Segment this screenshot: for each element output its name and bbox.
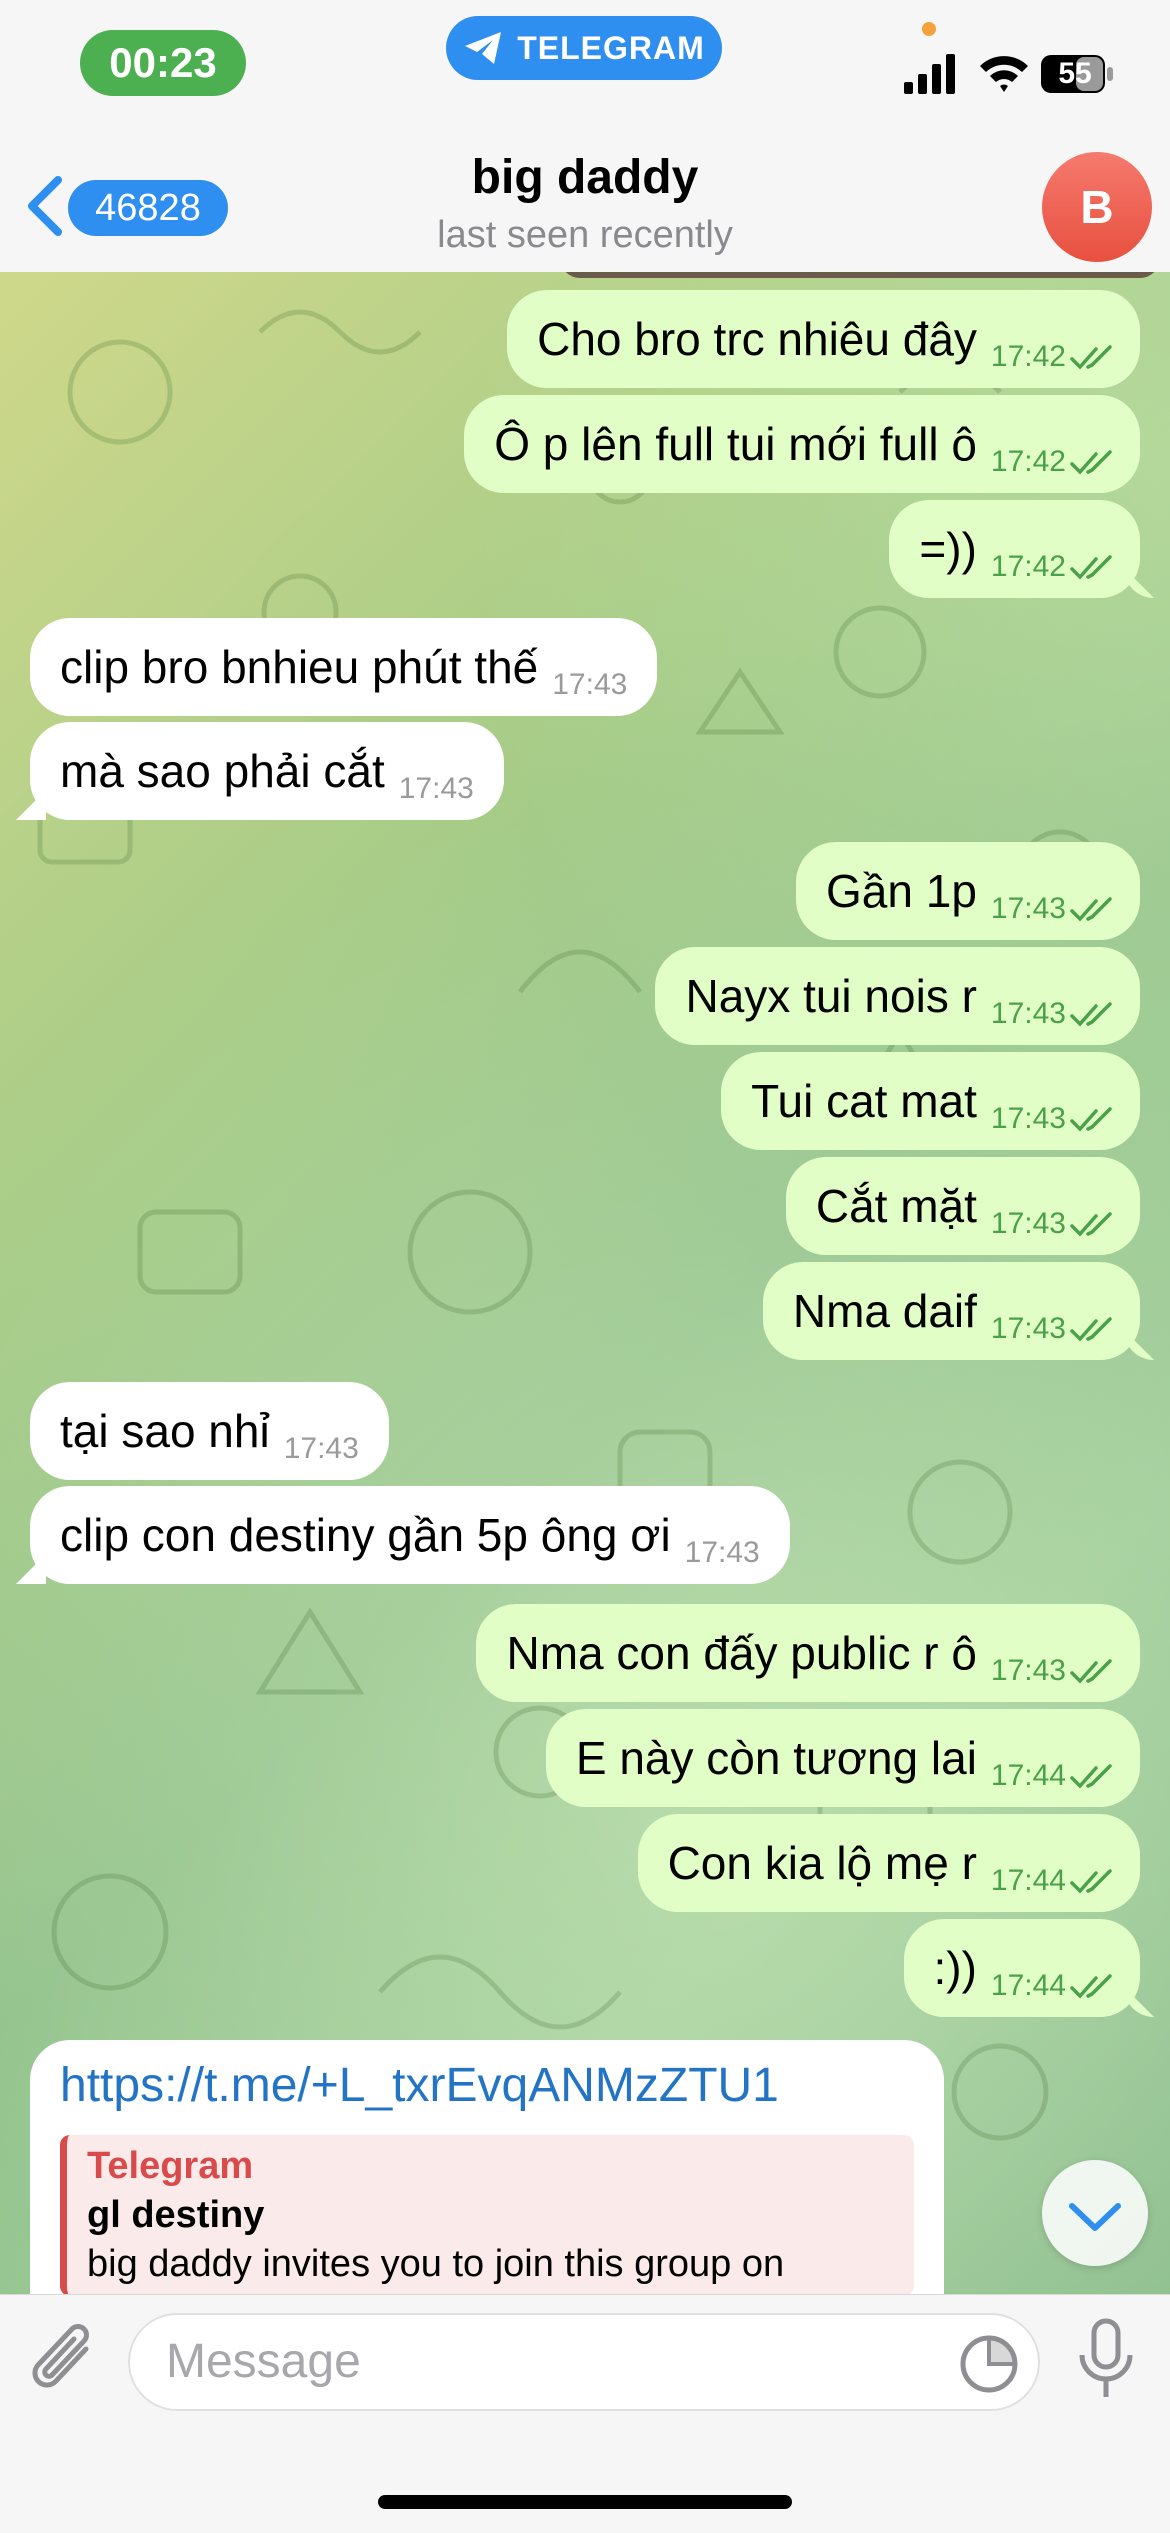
battery-icon: 55 (1040, 54, 1114, 94)
message-outgoing[interactable]: Nma con đấy public r ô 17:43 (476, 1604, 1140, 1702)
message-time: 17:43 (990, 1312, 1066, 1345)
message-outgoing[interactable]: =)) 17:42 (889, 500, 1140, 598)
message-text: Cắt mặt (815, 1180, 977, 1232)
message-text: Nma daif (792, 1285, 977, 1337)
message-text: Nayx tui nois r (685, 970, 977, 1022)
message-outgoing[interactable]: Ô p lên full tui mới full ô 17:42 (464, 395, 1140, 493)
message-time: 17:43 (990, 1207, 1066, 1240)
message-outgoing[interactable]: Nma daif 17:43 (762, 1262, 1140, 1360)
message-text: Tui cat mat (751, 1075, 977, 1127)
message-outgoing[interactable]: :)) 17:44 (903, 1919, 1140, 2017)
double-check-icon (1070, 555, 1112, 580)
double-check-icon (1070, 345, 1112, 370)
paperclip-icon[interactable] (28, 2319, 104, 2401)
message-text: Ô p lên full tui mới full ô (494, 418, 977, 470)
chat-header: 46828 big daddy last seen recently B (0, 130, 1170, 273)
chat-area[interactable]: Cho bro trc nhiêu đây 17:42 Ô p lên full … (0, 272, 1170, 2294)
link-preview-description: big daddy invites you to join this group… (87, 2243, 785, 2285)
message-text: Con kia lộ mẹ r (667, 1837, 977, 1889)
scroll-to-bottom-button[interactable] (1042, 2160, 1148, 2266)
message-time: 17:43 (990, 1102, 1066, 1135)
message-text: =)) (919, 523, 977, 575)
link-preview-site: Telegram (87, 2145, 254, 2187)
message-text: Cho bro trc nhiêu đây (537, 313, 977, 365)
message-input[interactable]: Message (128, 2313, 1040, 2411)
message-time: 17:43 (398, 772, 474, 805)
battery-percent: 55 (1058, 57, 1092, 90)
message-outgoing[interactable]: Cắt mặt 17:43 (785, 1157, 1140, 1255)
message-outgoing[interactable]: Gần 1p 17:43 (796, 842, 1140, 940)
message-time: 17:43 (684, 1536, 760, 1569)
message-time: 17:43 (552, 668, 628, 701)
message-time: 17:44 (990, 1759, 1066, 1792)
chevron-down-icon (1069, 2203, 1121, 2231)
double-check-icon (1070, 1317, 1112, 1342)
double-check-icon (1070, 897, 1112, 922)
message-text: clip con destiny gần 5p ông ơi (60, 1509, 671, 1561)
message-text: tại sao nhỉ (60, 1405, 270, 1457)
message-incoming[interactable]: mà sao phải cắt 17:43 (30, 722, 504, 820)
message-incoming[interactable]: tại sao nhỉ 17:43 (30, 1382, 389, 1480)
message-time: 17:44 (990, 1969, 1066, 2002)
link-preview[interactable]: Telegram gl destiny big daddy invites yo… (60, 2135, 914, 2294)
double-check-icon (1070, 1212, 1112, 1237)
message-time: 17:43 (990, 997, 1066, 1030)
message-input-bar: Message (0, 2294, 1170, 2533)
message-incoming[interactable]: clip bro bnhieu phút thế 17:43 (30, 618, 658, 716)
double-check-icon (1070, 1002, 1112, 1027)
message-time: 17:43 (283, 1432, 359, 1465)
microphone-icon[interactable] (1072, 2317, 1140, 2403)
message-time: 17:43 (990, 892, 1066, 925)
message-time: 17:43 (990, 1654, 1066, 1687)
message-time: 17:42 (990, 550, 1066, 583)
sticker-icon[interactable] (958, 2333, 1020, 2395)
telegram-pill-label: TELEGRAM (517, 29, 705, 66)
status-time[interactable]: 00:23 (80, 30, 246, 96)
message-text: E này còn tương lai (575, 1732, 977, 1784)
cellular-signal-icon (904, 54, 955, 94)
status-bar: 00:23 TELEGRAM 55 (0, 0, 1170, 130)
double-check-icon (1070, 450, 1112, 475)
message-link[interactable]: https://t.me/+L_txrEvqANMzZTU1 (60, 2058, 914, 2113)
double-check-icon (1070, 1869, 1112, 1894)
message-text: :)) (933, 1942, 977, 1994)
message-outgoing[interactable]: E này còn tương lai 17:44 (545, 1709, 1140, 1807)
telegram-pill[interactable]: TELEGRAM (446, 16, 722, 80)
message-time: 17:42 (990, 445, 1066, 478)
wifi-icon (980, 56, 1028, 92)
privacy-indicator-dot (922, 22, 936, 36)
home-indicator[interactable] (378, 2495, 792, 2509)
link-preview-title: gl destiny (87, 2194, 265, 2236)
message-text: Gần 1p (826, 865, 977, 917)
double-check-icon (1070, 1974, 1112, 1999)
double-check-icon (1070, 1107, 1112, 1132)
double-check-icon (1070, 1659, 1112, 1684)
message-time: 17:44 (990, 1864, 1066, 1897)
chat-title[interactable]: big daddy (0, 150, 1170, 205)
message-outgoing[interactable]: Con kia lộ mẹ r 17:44 (637, 1814, 1140, 1912)
message-text: Nma con đấy public r ô (506, 1627, 977, 1679)
avatar[interactable]: B (1042, 152, 1152, 262)
message-outgoing[interactable]: Tui cat mat 17:43 (721, 1052, 1140, 1150)
message-incoming[interactable]: clip con destiny gần 5p ông ơi 17:43 (30, 1486, 790, 1584)
chat-subtitle: last seen recently (437, 214, 733, 256)
message-time: 17:42 (990, 340, 1066, 373)
message-text: mà sao phải cắt (60, 745, 385, 797)
partial-media-edge (560, 272, 1160, 278)
message-incoming-link[interactable]: https://t.me/+L_txrEvqANMzZTU1 Telegram … (30, 2040, 944, 2294)
paper-plane-icon (465, 32, 502, 64)
message-text: clip bro bnhieu phút thế (60, 641, 539, 693)
message-outgoing[interactable]: Cho bro trc nhiêu đây 17:42 (507, 290, 1140, 388)
message-input-placeholder: Message (166, 2335, 361, 2388)
message-outgoing[interactable]: Nayx tui nois r 17:43 (655, 947, 1140, 1045)
double-check-icon (1070, 1764, 1112, 1789)
